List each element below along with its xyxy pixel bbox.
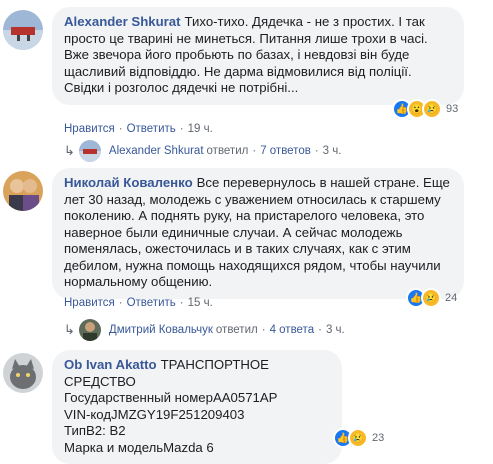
reaction-count: 93 [446,103,459,115]
replied-label: ответил [206,145,249,157]
comment-bubble: Ob Ivan Akatto ТРАНСПОРТНОЕ СРЕДСТВО Госу… [52,350,342,464]
comment-author[interactable]: Ob Ivan Akatto [64,357,157,372]
comment-author[interactable]: Николай Коваленко [64,175,193,190]
like-link[interactable]: Нравится [64,297,115,309]
comment-text-line: Марка и модельMazda 6 [64,439,214,455]
reaction-count: 23 [372,432,385,444]
replied-label: ответил [215,324,258,336]
reply-link[interactable]: Ответить [127,123,176,135]
comment-bubble: Николай Коваленко Все перевернулось в наш… [52,168,464,299]
reply-arrow-icon: ↳ [64,322,75,337]
view-replies[interactable]: ↳ Дмитрий Ковальчук ответил · 4 ответа ·… [64,319,345,341]
replies-count[interactable]: 7 ответов [260,145,311,157]
comment-bubble: Alexander Shkurat Тихо-тихо. Дядечка - не… [52,7,464,105]
view-replies[interactable]: ↳ Alexander Shkurat ответил · 7 ответов … [64,140,341,162]
comment-text-line: VIN-кодJMZGY19F251209403 [64,406,245,422]
comment-text-line: ТипВ2: B2 [64,423,126,438]
replies-time: 3 ч. [322,145,342,157]
reply-link[interactable]: Ответить [127,297,176,309]
comment-time[interactable]: 15 ч. [188,297,213,309]
sad-icon: 😢 [422,99,442,119]
reply-avatar [78,140,101,162]
comment-author[interactable]: Alexander Shkurat [64,14,181,29]
reaction-summary[interactable]: 👍 😢 24 [406,288,457,308]
avatar[interactable] [3,353,43,393]
reply-author[interactable]: Дмитрий Ковальчук [109,324,213,336]
sad-icon: 😢 [421,288,441,308]
reaction-summary[interactable]: 👍 😢 23 [333,428,384,448]
reply-arrow-icon: ↳ [64,143,75,158]
reaction-count: 24 [445,292,458,304]
replies-count[interactable]: 4 ответа [270,324,315,336]
comment-text: Все перевернулось в нашей стране. Еще ле… [64,175,450,289]
avatar[interactable] [3,10,43,50]
comment-actions: Нравится · Ответить · 15 ч. [64,297,213,309]
comment-text-line: Государственный номерАА0571АР [64,390,278,405]
reaction-summary[interactable]: 👍 😮 😢 93 [392,99,458,119]
like-link[interactable]: Нравится [64,123,115,135]
avatar[interactable] [3,171,43,211]
sad-icon: 😢 [348,428,368,448]
comment-actions: Нравится · Ответить · 19 ч. [64,123,213,135]
reply-author[interactable]: Alexander Shkurat [109,145,204,157]
replies-time: 3 ч. [325,324,345,336]
reply-avatar [78,319,101,341]
comment-time[interactable]: 19 ч. [188,123,213,135]
